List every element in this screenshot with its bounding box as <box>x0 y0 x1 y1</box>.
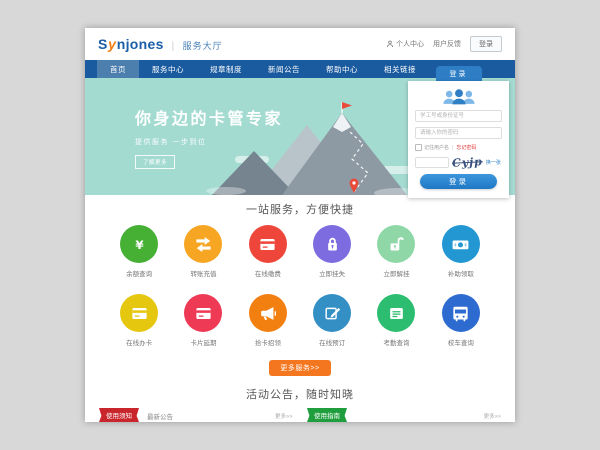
nav-item-4[interactable]: 帮助中心 <box>313 60 371 78</box>
personal-center-link[interactable]: 个人中心 <box>386 39 424 49</box>
user-icon <box>386 40 394 48</box>
service-item[interactable]: 补助领取 <box>429 225 493 278</box>
user-feedback-link[interactable]: 用户反馈 <box>433 39 461 49</box>
unlock-icon <box>377 225 415 263</box>
hero-subtitle: 提供服务 一步到位 <box>135 137 283 147</box>
logo-text: njones <box>117 36 164 52</box>
service-label: 在线缴费 <box>255 268 281 278</box>
logo-text: S <box>98 36 108 52</box>
password-input[interactable] <box>415 127 502 139</box>
service-label: 补助领取 <box>448 268 474 278</box>
announcement-tabs: 使用须知 最新公告 更多>> 使用指南 更多>> <box>85 408 515 422</box>
service-item[interactable]: 考勤查询 <box>364 294 428 347</box>
latest-announcements-tab[interactable]: 最新公告 <box>147 411 173 421</box>
hero-title: 你身边的卡管专家 <box>135 105 283 129</box>
transfer-arrows-icon <box>184 225 222 263</box>
services-section: 一站服务，方便快捷 ¥ 余额查询 转账充值 在线缴费 立即挂失 立即解挂 补助领取在线办卡 卡… <box>85 195 515 376</box>
bank-card-icon <box>184 294 222 332</box>
service-item[interactable]: 拾卡招领 <box>236 294 300 347</box>
service-label: 校车查询 <box>448 337 474 347</box>
nav-item-3[interactable]: 新闻公告 <box>255 60 313 78</box>
login-panel: 登录 记住用户名 | 忘记密码 Cyjp 换一张 登录 <box>408 66 509 198</box>
header-login-button[interactable]: 登录 <box>470 36 502 52</box>
banknote-icon <box>442 225 480 263</box>
more-services-wrap: 更多服务>> <box>85 357 515 376</box>
remember-row: 记住用户名 | 忘记密码 <box>415 144 502 151</box>
service-item[interactable]: 校车查询 <box>429 294 493 347</box>
service-label: 考勤查询 <box>383 337 409 347</box>
service-item[interactable]: 在线缴费 <box>236 225 300 278</box>
service-item[interactable]: 立即解挂 <box>364 225 428 278</box>
logo-divider: | <box>172 41 175 52</box>
right-more-link[interactable]: 更多>> <box>484 412 501 420</box>
captcha-refresh-link[interactable]: 换一张 <box>486 159 501 166</box>
captcha-input[interactable] <box>415 157 449 168</box>
nav-item-2[interactable]: 规章制度 <box>197 60 255 78</box>
site-name: 服务大厅 <box>183 39 223 52</box>
forgot-password-link[interactable]: 忘记密码 <box>456 144 476 151</box>
service-label: 余额查询 <box>126 268 152 278</box>
announcements-title: 活动公告，随时知晓 <box>85 386 515 402</box>
service-label: 卡片延期 <box>190 337 216 347</box>
left-more-link[interactable]: 更多>> <box>275 412 292 420</box>
service-item[interactable]: 卡片延期 <box>171 294 235 347</box>
nav-item-0[interactable]: 首页 <box>97 60 139 78</box>
captcha-row: Cyjp 换一张 <box>415 156 502 169</box>
separator: | <box>452 145 453 151</box>
usage-guide-tab[interactable]: 使用指南 <box>307 408 347 422</box>
service-item[interactable]: 在线预订 <box>300 294 364 347</box>
megaphone-icon <box>249 294 287 332</box>
svg-text:¥: ¥ <box>135 237 144 251</box>
services-grid: ¥ 余额查询 转账充值 在线缴费 立即挂失 立即解挂 补助领取在线办卡 卡片延期 拾卡招领 在线预… <box>85 217 515 347</box>
login-submit-button[interactable]: 登录 <box>420 174 497 189</box>
synjones-logo: Synjones | 服务大厅 <box>98 36 223 52</box>
hero-cta-button[interactable]: 了解更多 <box>135 155 175 169</box>
login-form: 记住用户名 | 忘记密码 Cyjp 换一张 登录 <box>408 81 509 198</box>
hero-text-block: 你身边的卡管专家 提供服务 一步到位 了解更多 <box>135 105 283 169</box>
service-label: 立即解挂 <box>383 268 409 278</box>
users-group-icon <box>441 88 477 105</box>
nav-item-1[interactable]: 服务中心 <box>139 60 197 78</box>
service-item[interactable]: 在线办卡 <box>107 294 171 347</box>
yuan-icon: ¥ <box>120 225 158 263</box>
login-tab[interactable]: 登录 <box>436 66 482 81</box>
announcements-section: 活动公告，随时知晓 使用须知 最新公告 更多>> 使用指南 更多>> <box>85 386 515 422</box>
captcha-image[interactable]: Cyjp <box>452 155 483 170</box>
usage-notice-tab[interactable]: 使用须知 <box>99 408 139 422</box>
bank-card-icon <box>120 294 158 332</box>
remember-checkbox[interactable] <box>415 144 422 151</box>
bank-card-icon <box>249 225 287 263</box>
lock-icon <box>313 225 351 263</box>
more-services-button[interactable]: 更多服务>> <box>269 360 330 376</box>
top-bar: Synjones | 服务大厅 个人中心 用户反馈 登录 <box>85 28 515 60</box>
service-label: 立即挂失 <box>319 268 345 278</box>
edit-icon <box>313 294 351 332</box>
service-item[interactable]: ¥ 余额查询 <box>107 225 171 278</box>
service-item[interactable]: 立即挂失 <box>300 225 364 278</box>
service-label: 在线办卡 <box>126 337 152 347</box>
services-title: 一站服务，方便快捷 <box>85 201 515 217</box>
logo-accent: y <box>108 36 116 52</box>
portal-page: Synjones | 服务大厅 个人中心 用户反馈 登录 首页服务中心规章制度新… <box>85 28 515 422</box>
service-label: 拾卡招领 <box>255 337 281 347</box>
bus-icon <box>442 294 480 332</box>
service-label: 转账充值 <box>190 268 216 278</box>
schedule-icon <box>377 294 415 332</box>
remember-label: 记住用户名 <box>424 144 449 151</box>
service-label: 在线预订 <box>319 337 345 347</box>
username-input[interactable] <box>415 110 502 122</box>
top-right-links: 个人中心 用户反馈 登录 <box>386 36 502 52</box>
service-item[interactable]: 转账充值 <box>171 225 235 278</box>
